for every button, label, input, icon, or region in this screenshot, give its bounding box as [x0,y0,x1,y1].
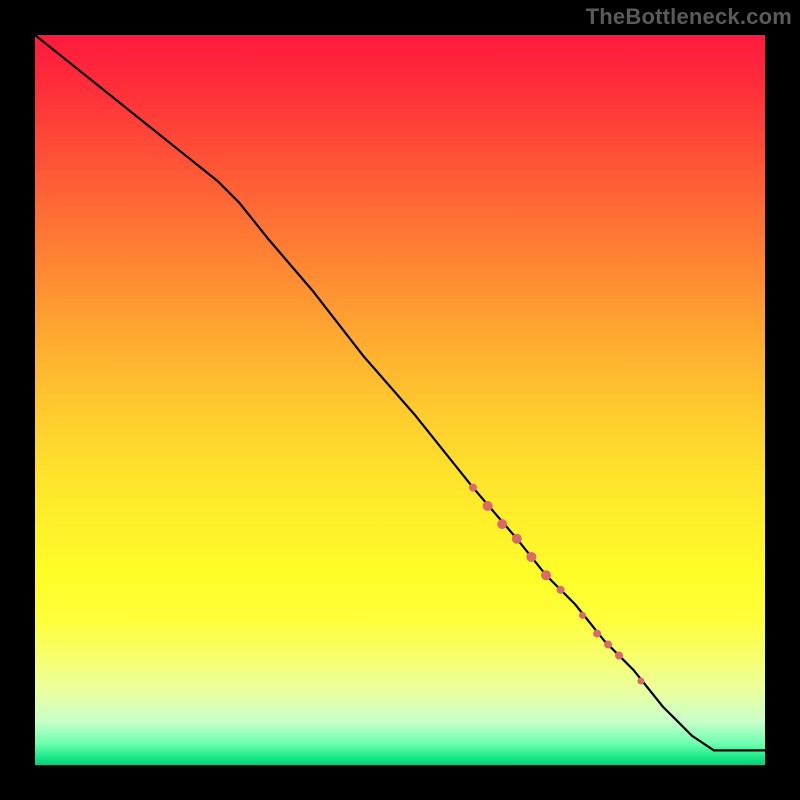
chart-container: TheBottleneck.com [0,0,800,800]
data-marker [541,570,551,580]
data-marker [469,484,477,492]
data-marker [526,552,536,562]
data-marker [637,678,644,685]
data-marker [483,501,493,511]
data-marker [512,534,522,544]
data-marker [615,652,623,660]
plot-area [35,35,765,765]
data-marker [593,630,601,638]
data-marker [579,612,586,619]
chart-svg [35,35,765,765]
data-marker [557,586,565,594]
data-marker [604,641,612,649]
data-marker [497,519,507,529]
watermark-text: TheBottleneck.com [586,4,792,30]
main-curve [35,35,765,750]
